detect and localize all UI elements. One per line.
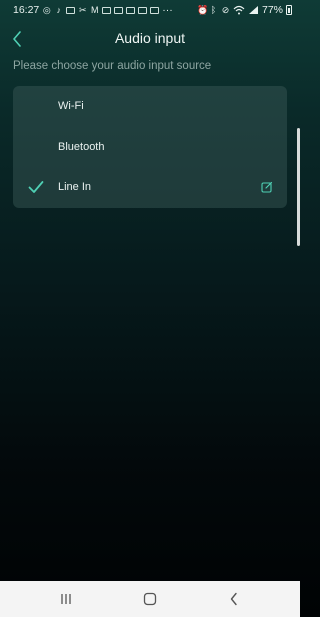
checkmark-icon: [28, 181, 44, 193]
status-bar: 16:27 ◎ ♪ ✂ M ··· ⏰ ᛒ ⊘ 77%: [0, 0, 300, 20]
cb-icon-2: [126, 6, 136, 14]
bluetooth-icon: ᛒ: [210, 4, 217, 15]
home-icon: [143, 592, 157, 606]
option-line-in[interactable]: Line In: [13, 167, 287, 207]
back-arrow-icon: [230, 592, 237, 606]
option-wifi[interactable]: Wi-Fi: [13, 86, 287, 126]
mute-icon: ⊘: [221, 4, 230, 15]
more-notifications-icon: ···: [162, 4, 173, 16]
cb-icon-1: [114, 6, 124, 14]
back-nav-button[interactable]: [224, 591, 244, 607]
notification-bell-icon: ♪: [56, 4, 62, 15]
edit-icon[interactable]: [261, 181, 273, 193]
messenger-icon: ◎: [42, 4, 51, 15]
option-label: Line In: [58, 181, 92, 193]
scrollbar-thumb[interactable]: [297, 128, 300, 246]
missed-call-icon: ✂: [79, 4, 87, 15]
recent-apps-button[interactable]: [56, 591, 76, 607]
home-button[interactable]: [140, 591, 160, 607]
status-bar-left: 16:27 ◎ ♪ ✂ M ···: [13, 4, 173, 16]
signal-icon: [248, 6, 258, 14]
cb-icon-4: [150, 6, 160, 14]
status-time: 16:27: [13, 4, 40, 16]
option-bluetooth[interactable]: Bluetooth: [13, 127, 287, 167]
wifi-icon: [233, 5, 245, 15]
audio-input-options-card: Wi-Fi Bluetooth Line In: [13, 86, 287, 208]
battery-percent: 77%: [261, 4, 283, 16]
system-navigation-bar: [0, 581, 300, 617]
header: Audio input: [0, 24, 300, 54]
contact-card-icon: [66, 6, 76, 14]
page-title: Audio input: [114, 30, 186, 46]
page-subtitle: Please choose your audio input source: [13, 60, 212, 72]
status-bar-right: ⏰ ᛒ ⊘ 77%: [197, 4, 292, 16]
battery-icon: [286, 5, 292, 15]
option-label: Wi-Fi: [58, 100, 84, 112]
cb-icon-3: [138, 6, 148, 14]
option-label: Bluetooth: [58, 141, 105, 153]
gmail-icon: M: [91, 4, 99, 15]
alarm-icon: ⏰: [196, 4, 209, 15]
recent-apps-icon: [61, 594, 71, 604]
gallery-icon: [102, 6, 112, 14]
